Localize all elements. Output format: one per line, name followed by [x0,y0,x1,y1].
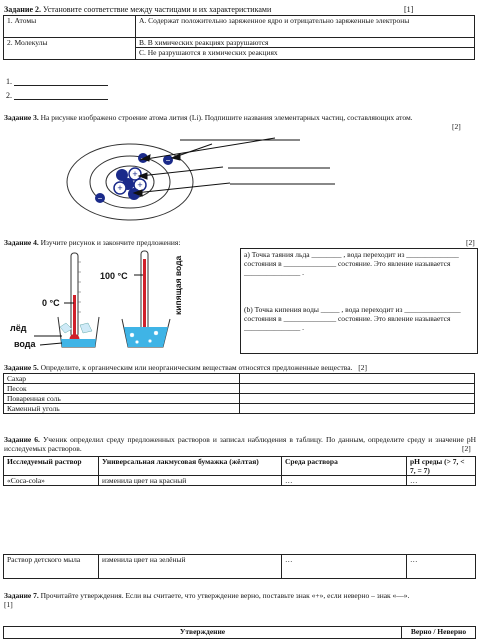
task2-right-a: A. Содержат положительно заряженное ядро… [135,15,475,38]
task2-header: Задание 2. [4,5,42,14]
task5-answer-4[interactable] [239,403,475,414]
task5-answer-3[interactable] [239,393,475,404]
task2-right-b: B. В химических реакциях разрушаются [135,37,475,48]
task5-answer-1[interactable] [239,373,475,384]
task7-col-statement: Утверждение [3,626,402,639]
task6-row2-solution: Раствор детского мыла [3,554,99,579]
task4-points: [2] [466,238,475,247]
task4-header: Задание 4. [4,238,39,247]
svg-text:−: − [166,156,171,165]
task7-col-true-false: Верно / Неверно [401,626,476,639]
label-100c: 100 °C [100,271,128,281]
task3-header: Задание 3. [4,113,39,122]
svg-text:+: + [132,169,137,179]
label-ice: лёд [10,323,27,333]
lithium-atom-diagram: + + + − − − [66,137,335,221]
task7-header: Задание 7. [4,591,39,600]
task6-row1-ph[interactable]: … [406,475,476,486]
task7-title: Задание 7. Прочитайте утверждения. Если … [4,591,476,609]
task5-title: Задание 5. Определите, к органическим ил… [4,363,474,372]
task6-row2-ph[interactable]: … [406,554,476,579]
task5-prompt: Определите, к органическим или неорганич… [40,363,353,372]
task6-points: [2] [462,444,471,453]
task5-row-4: Каменный уголь [3,403,240,414]
task2-prompt: Установите соответствие между частицами … [43,5,272,14]
task6-col-litmus: Универсальная лакмусовая бумажка (жёлтая… [98,456,282,476]
svg-text:+: + [137,180,142,190]
task6-row2-litmus: изменила цвет на зелёный [98,554,282,579]
thermometer-diagram [34,250,171,348]
task4-prompt: Изучите рисунок и закончите предложения: [40,238,181,247]
task2-answer-1[interactable]: 1. [6,77,108,86]
label-water: вода [14,339,36,349]
svg-text:+: + [117,183,122,193]
task6-table-part2: Раствор детского мыла изменила цвет на з… [3,554,476,579]
task6-row1-medium[interactable]: … [281,475,407,486]
task6-title: Задание 6. Ученик определил среду предло… [4,435,476,453]
task2-title: Задание 2. Установите соответствие между… [4,5,474,14]
task4-text-box: a) Точка таяния льда ________ , вода пер… [240,248,478,354]
task5-answer-2[interactable] [239,383,475,394]
task4-item-b[interactable]: (b) Точка кипения воды _____ , вода пере… [244,305,469,332]
task6-prompt: Ученик определил среду предложенных раст… [4,435,476,453]
task3-prompt: На рисунке изображено строение атома лит… [40,113,413,122]
task6-col-ph: pH среды (> 7, < 7, = 7) [406,456,476,476]
task2-matching-table: 1. Атомы A. Содержат положительно заряже… [3,15,475,60]
task6-header: Задание 6. [4,435,40,444]
task6-table-part1: Исследуемый раствор Универсальная лакмус… [3,456,476,486]
svg-text:−: − [98,194,103,203]
task2-left-2: 2. Молекулы [3,37,136,60]
task2-right-c: C. Не разрушаются в химических реакциях [135,47,475,60]
task7-prompt: Прочитайте утверждения. Если вы считаете… [40,591,410,600]
task6-col-medium: Среда раствора [281,456,407,476]
task5-row-3: Поваренная соль [3,393,240,404]
task3-title: Задание 3. На рисунке изображено строени… [4,113,472,131]
task4-item-a[interactable]: a) Точка таяния льда ________ , вода пер… [244,250,469,277]
task7-table: Утверждение Верно / Неверно [3,626,476,639]
task2-answer-2[interactable]: 2. [6,91,108,100]
task6-col-solution: Исследуемый раствор [3,456,99,476]
task5-points: [2] [358,363,368,372]
task6-row2-medium[interactable]: … [281,554,407,579]
task5-row-2: Песок [3,383,240,394]
task5-header: Задание 5. [4,363,39,372]
task2-points: [1] [404,5,414,14]
label-0c: 0 °C [42,298,60,308]
task6-row1-litmus: изменила цвет на красный [98,475,282,486]
task6-row1-solution: «Coca-cola» [3,475,99,486]
task5-row-1: Сахар [3,373,240,384]
task5-table: Сахар Песок Поваренная соль Каменный уго… [3,373,475,414]
task2-left-1: 1. Атомы [3,15,136,38]
task7-points: [1] [4,600,13,609]
task4-title: Задание 4. Изучите рисунок и закончите п… [4,238,475,247]
label-boiling-water: кипящая вода [173,255,183,315]
